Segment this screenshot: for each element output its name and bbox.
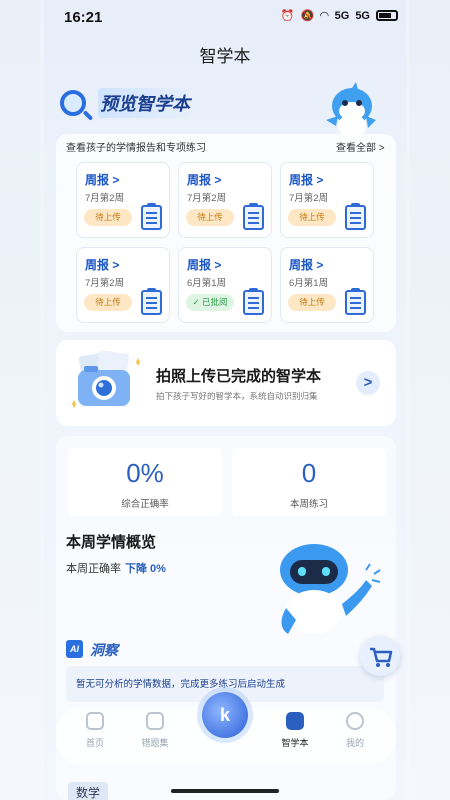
page-title: 智学本 [199, 47, 251, 66]
accuracy-stat: 0% 综合正确率 [68, 448, 222, 516]
mistakes-icon [146, 712, 164, 730]
battery-icon [376, 10, 398, 21]
clipboard-icon [141, 288, 162, 315]
clipboard-icon [345, 288, 366, 315]
background-edge-left [0, 0, 40, 800]
status-badge: 待上传 [84, 294, 132, 311]
report-week: 7月第2周 [289, 193, 329, 204]
subject-tag[interactable]: 数学 [68, 782, 109, 800]
magnifier-icon [60, 90, 86, 116]
status-badge: 待上传 [288, 294, 336, 311]
signal-label-1: 5G [334, 9, 350, 22]
report-tile[interactable]: 周报 > 7月第2周 待上传 [280, 162, 374, 238]
home-indicator [171, 789, 279, 793]
profile-icon [346, 712, 364, 730]
notebook-icon [286, 712, 304, 730]
status-badge: 待上传 [288, 209, 336, 226]
upload-subtitle: 拍下孩子写好的智学本，系统自动识别归集 [156, 391, 318, 401]
report-name: 周报 > [289, 258, 324, 272]
report-name: 周报 > [187, 258, 222, 272]
preview-header: 预览智学本 [60, 88, 200, 118]
weekly-rate-change: 下降 0% [125, 563, 166, 575]
status-bar: 16:21 ⏰ 🔕 ◠ 5G 5G [0, 0, 450, 32]
clipboard-icon [141, 203, 162, 230]
report-name: 周报 > [85, 258, 120, 272]
report-name: 周报 > [187, 173, 222, 187]
home-icon [86, 712, 104, 730]
weekly-rate-label: 本周正确率 [66, 563, 121, 575]
report-week: 6月第1周 [289, 278, 329, 289]
report-week: 6月第1周 [187, 278, 227, 289]
tab-notebook[interactable]: 智学本 [270, 712, 320, 758]
report-tile[interactable]: 周报 > 6月第1周 待上传 [280, 247, 374, 323]
upload-title: 拍照上传已完成的智学本 [156, 368, 322, 385]
insight-title: 洞察 [90, 642, 118, 658]
view-all-link[interactable]: 查看全部 > [336, 139, 385, 154]
practice-value: 0 [301, 458, 317, 488]
wifi-icon: ◠ [320, 10, 329, 22]
chevron-right-icon[interactable]: > [356, 371, 380, 395]
status-icons: ⏰ 🔕 ◠ 5G 5G [281, 9, 398, 22]
report-tile[interactable]: 周报 > 7月第2周 待上传 [178, 162, 272, 238]
report-name: 周报 > [289, 173, 324, 187]
shopping-cart-button[interactable] [360, 636, 400, 676]
status-time: 16:21 [64, 9, 103, 26]
accuracy-label: 综合正确率 [121, 499, 169, 510]
report-tile[interactable]: 周报 > 7月第2周 待上传 [76, 162, 170, 238]
preview-title: 预览智学本 [98, 88, 200, 118]
clipboard-icon [345, 203, 366, 230]
clipboard-icon [243, 203, 264, 230]
tab-label: 智学本 [281, 738, 309, 748]
report-week: 7月第2周 [85, 193, 125, 204]
tab-label: 我的 [345, 738, 364, 748]
clipboard-icon [243, 288, 264, 315]
weekly-overview-title: 本周学情概览 [66, 534, 157, 551]
robot-mascot-icon [280, 544, 381, 634]
report-name: 周报 > [85, 173, 120, 187]
weekly-rate: 本周正确率 下降 0% [66, 560, 166, 576]
background-edge-right [410, 0, 450, 800]
dolphin-mascot-icon [326, 82, 376, 138]
mute-icon: 🔕 [300, 10, 315, 22]
status-badge: 待上传 [186, 209, 234, 226]
alarm-icon: ⏰ [280, 10, 295, 22]
ai-badge: AI [66, 640, 83, 658]
tab-label: 错题集 [141, 738, 169, 748]
weekly-practice-stat: 0 本周练习 [232, 448, 386, 516]
tab-home[interactable]: 首页 [70, 712, 120, 758]
tab-profile[interactable]: 我的 [330, 712, 380, 758]
status-badge: ✓ 已批阅 [186, 294, 234, 311]
camera-icon [72, 350, 140, 408]
cart-icon [370, 647, 393, 667]
report-week: 7月第2周 [187, 193, 227, 204]
report-tile[interactable]: 周报 > 7月第2周 待上传 [76, 247, 170, 323]
accuracy-value: 0% [126, 458, 164, 488]
app-screen: 16:21 ⏰ 🔕 ◠ 5G 5G 智学本 预览智学本 查看孩子的学情报告和专项… [0, 0, 450, 800]
tab-mistakes[interactable]: 错题集 [130, 712, 180, 758]
center-action-button[interactable]: k [202, 692, 248, 738]
report-tile[interactable]: 周报 > 6月第1周 ✓ 已批阅 [178, 247, 272, 323]
preview-subtitle: 查看孩子的学情报告和专项练习 [66, 143, 206, 154]
signal-label-2: 5G [355, 9, 370, 22]
report-week: 7月第2周 [85, 278, 125, 289]
tab-label: 首页 [85, 738, 104, 748]
status-badge: 待上传 [84, 209, 132, 226]
practice-label: 本周练习 [289, 499, 328, 510]
